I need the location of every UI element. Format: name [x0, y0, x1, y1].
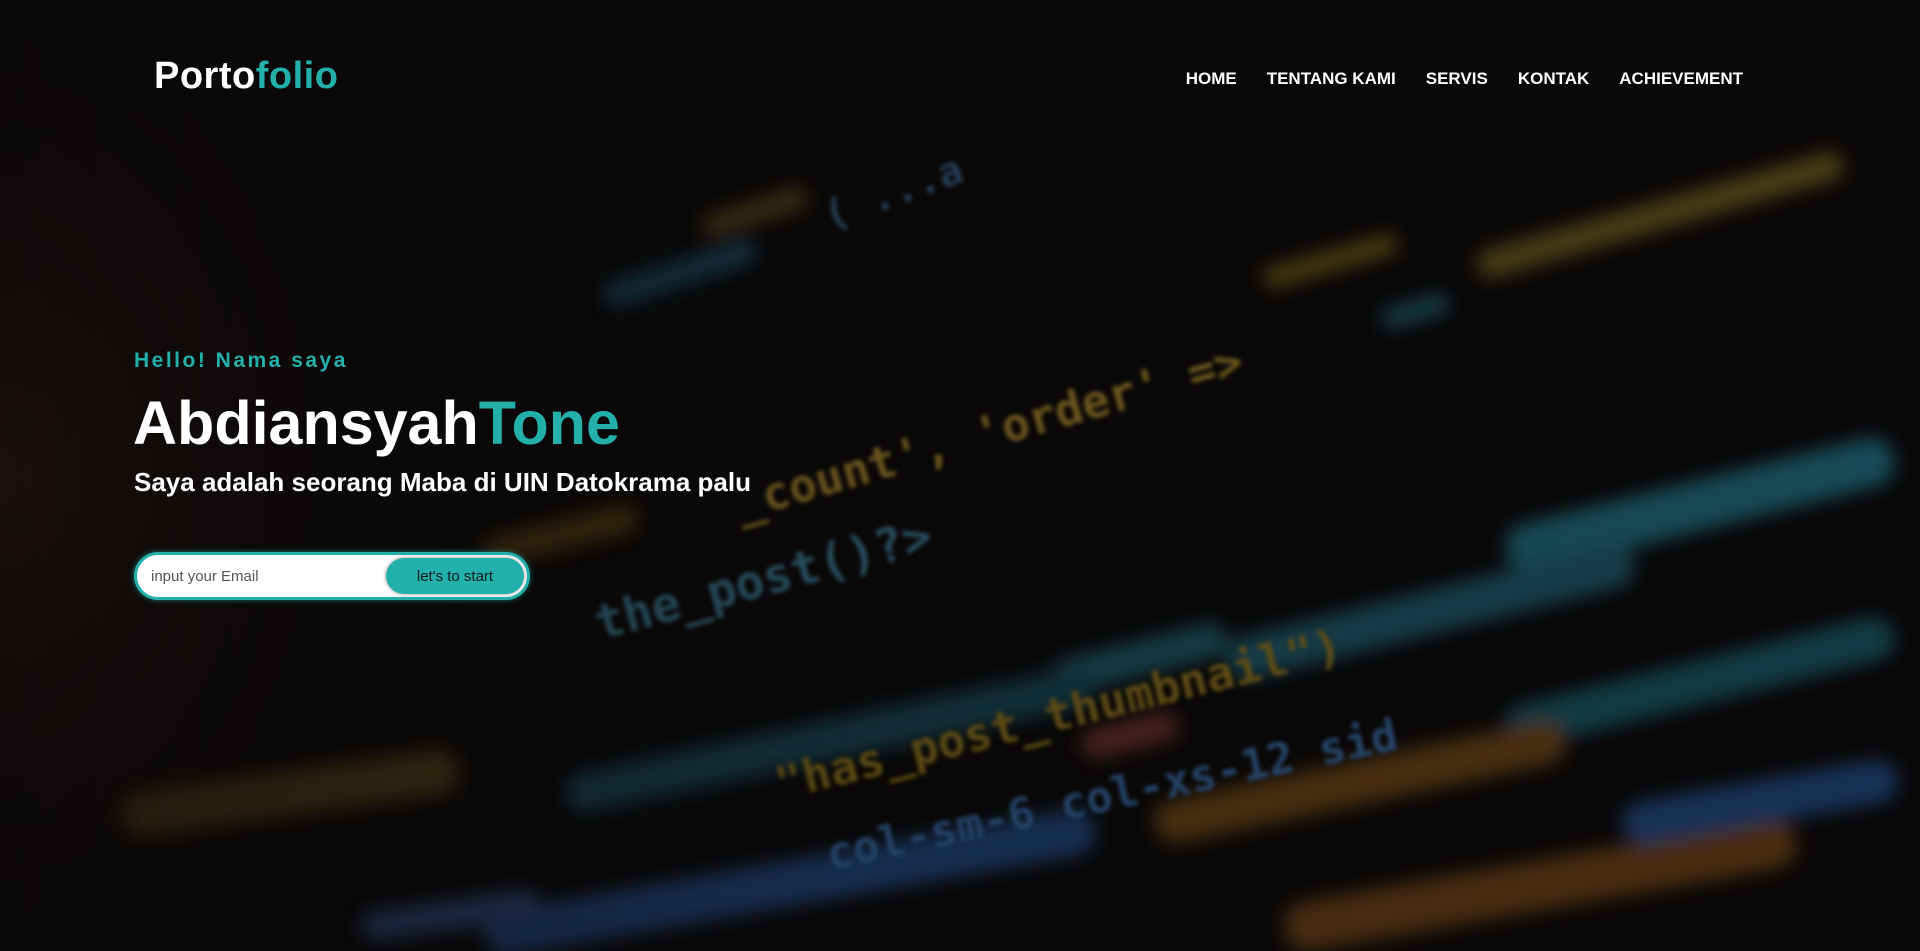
hero-greeting: Hello! Nama saya [134, 349, 348, 372]
hero-name: AbdiansyahTone [133, 388, 620, 458]
nav-kontak[interactable]: KONTAK [1518, 69, 1589, 89]
hero-name-last: Tone [478, 389, 620, 457]
nav-home[interactable]: HOME [1186, 69, 1237, 89]
nav-servis[interactable]: SERVIS [1426, 69, 1488, 89]
hero-subtitle: Saya adalah seorang Maba di UIN Datokram… [134, 467, 751, 497]
nav-achievement[interactable]: ACHIEVEMENT [1619, 69, 1743, 89]
brand-logo-accent: folio [255, 55, 339, 97]
brand-logo[interactable]: Portofolio [154, 55, 338, 98]
start-button[interactable]: let's to start [386, 558, 524, 594]
hero-section: _count', 'order' => the_post()?> "has_po… [0, 0, 1920, 951]
brand-logo-primary: Porto [154, 55, 256, 97]
main-navigation: HOME TENTANG KAMI SERVIS KONTAK ACHIEVEM… [1186, 69, 1743, 89]
email-subscribe-form: let's to start [134, 552, 530, 600]
hero-name-first: Abdiansyah [133, 389, 479, 457]
nav-tentang-kami[interactable]: TENTANG KAMI [1267, 69, 1396, 89]
